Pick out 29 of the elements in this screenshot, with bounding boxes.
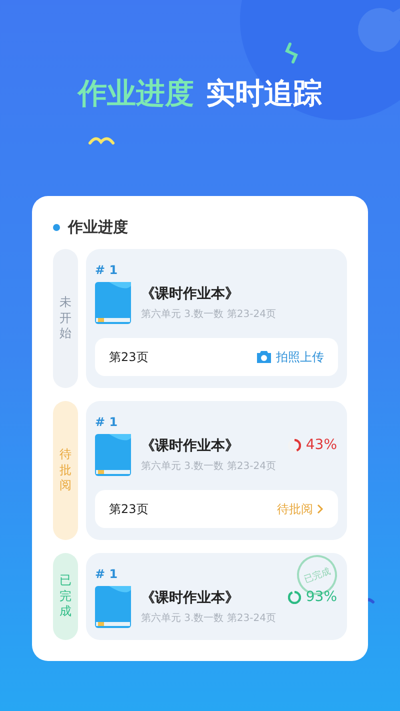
panel-title: 作业进度 [68,218,128,237]
item-number: # 1 [95,263,118,277]
status-label: 未开始 [53,249,78,388]
item-number: # 1 [95,415,118,429]
page-label: 第23页 [109,348,148,366]
item-number: # 1 [95,567,118,581]
book-title: 《课时作业本》 [141,285,239,303]
camera-icon [256,350,272,364]
status-label: 待批阅 [53,401,78,540]
headline: 作业进度 [78,75,194,112]
book-icon [95,434,131,476]
book-subtitle: 第六单元 3.数一数 第23-24页 [141,308,276,321]
book-icon [95,586,131,628]
status-label: 已完成 [53,553,78,640]
bullet-icon [53,224,60,231]
headline: 实时追踪 [206,75,322,112]
progress-ring [288,590,301,604]
book-subtitle: 第六单元 3.数一数 第23-24页 [141,460,276,473]
page-label: 第23页 [109,500,148,518]
chevron-icon [317,504,324,514]
homework-card[interactable]: # 1 《课时作业本》 第六单元 3.数一数 第23-24页 第23页 拍照上传 [86,249,347,388]
book-title: 《课时作业本》 [141,589,239,607]
book-icon [95,282,131,324]
book-subtitle: 第六单元 3.数一数 第23-24页 [141,612,276,625]
progress-reading: 43% [306,437,337,453]
book-title: 《课时作业本》 [141,437,239,455]
homework-card[interactable]: # 1 《课时作业本》 第六单元 3.数一数 第23-24页 43% 第23页 待批阅 [86,401,347,540]
progress-ring [288,438,301,452]
homework-card[interactable]: 已完成 # 1 《课时作业本》 第六单元 3.数一数 第23-24页 93% [86,553,347,640]
